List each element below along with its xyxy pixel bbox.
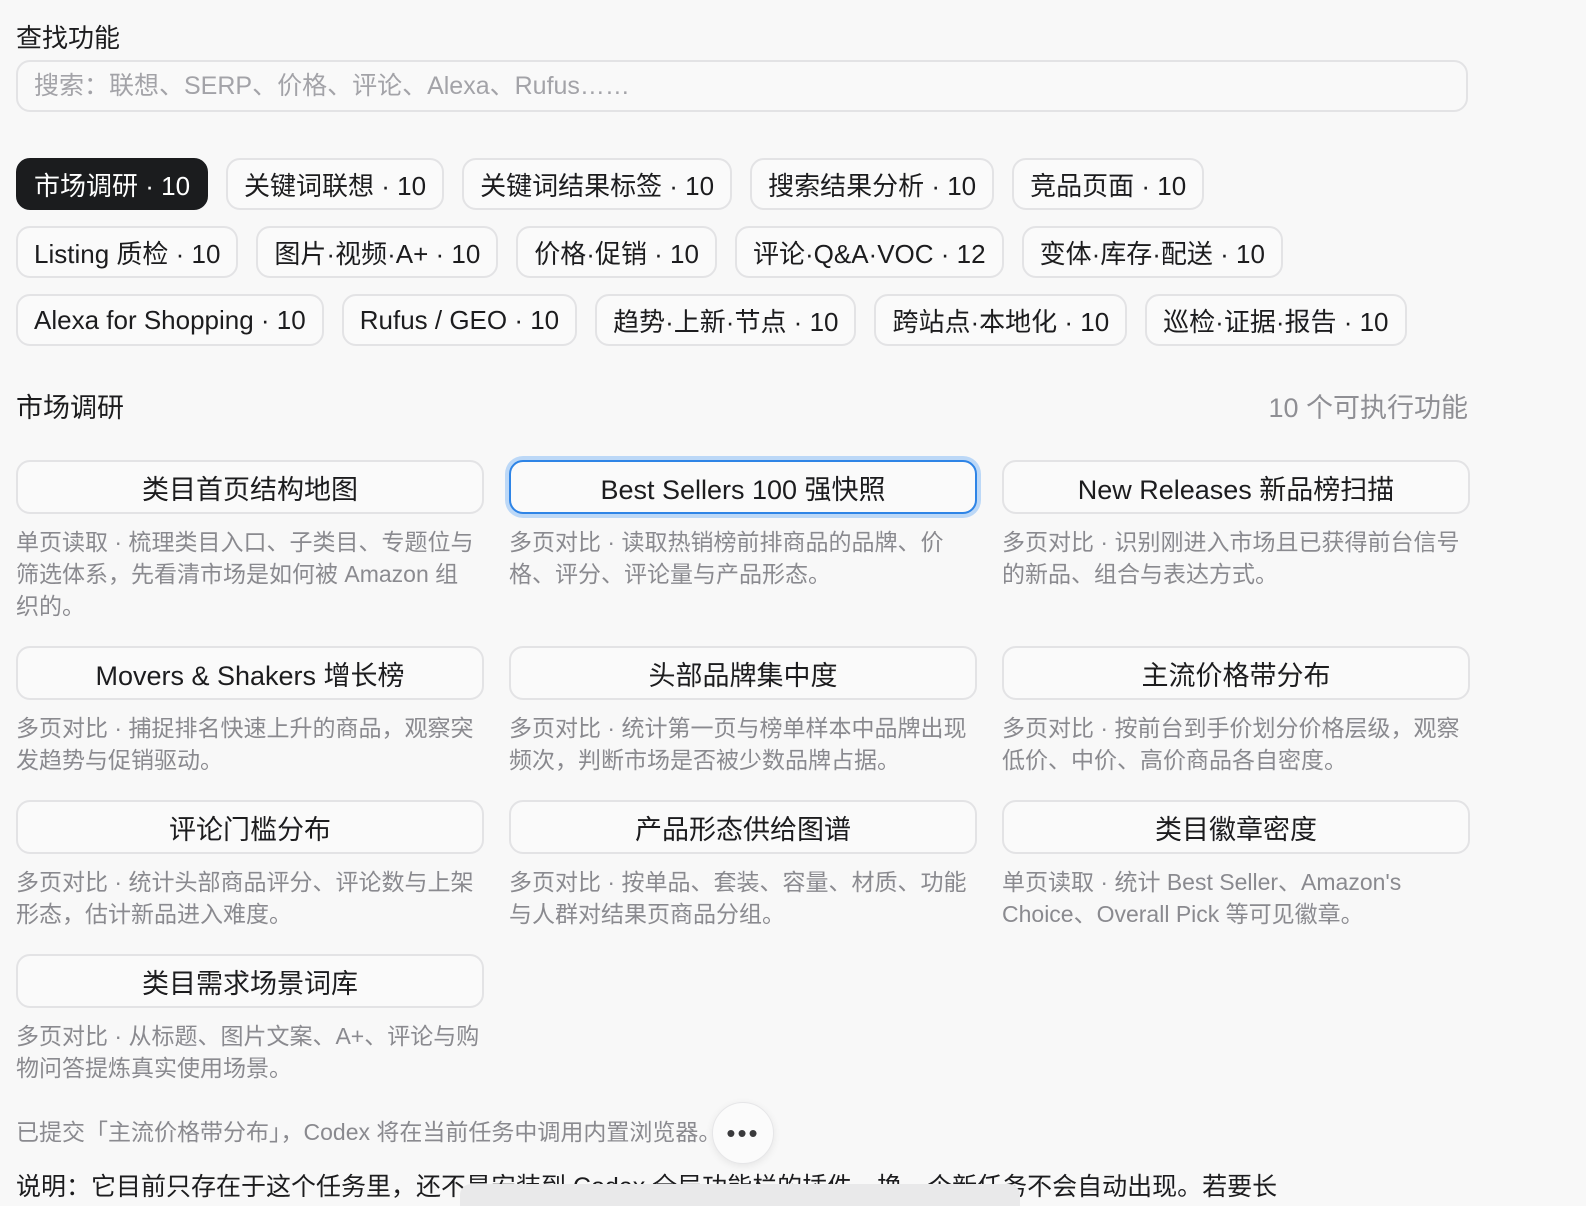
function-button[interactable]: Movers & Shakers 增长榜: [16, 646, 484, 700]
section-count: 10 个可执行功能: [1268, 393, 1468, 423]
function-description: 多页对比 · 识别刚进入市场且已获得前台信号的新品、组合与表达方式。: [1002, 529, 1460, 587]
function-card: Best Sellers 100 强快照 多页对比 · 读取热销榜前排商品的品牌…: [509, 460, 977, 646]
function-button[interactable]: 类目需求场景词库: [16, 954, 484, 1008]
category-chip-listing-qa[interactable]: Listing 质检 · 10: [16, 226, 239, 278]
category-chip-competitor-page[interactable]: 竞品页面 · 10: [1012, 158, 1205, 210]
category-chip-keyword-suggest[interactable]: 关键词联想 · 10: [226, 158, 445, 210]
function-description: 多页对比 · 从标题、图片文案、A+、评论与购物问答提炼真实使用场景。: [16, 1023, 480, 1081]
category-chip-image-video-aplus[interactable]: 图片·视频·A+ · 10: [256, 226, 499, 278]
section-title: 市场调研: [16, 393, 124, 423]
function-card: 类目徽章密度 单页读取 · 统计 Best Seller、Amazon's Ch…: [1002, 800, 1470, 954]
function-card: 类目首页结构地图 单页读取 · 梳理类目入口、子类目、专题位与筛选体系，先看清市…: [16, 460, 484, 646]
category-chip-rufus-geo[interactable]: Rufus / GEO · 10: [341, 294, 578, 346]
category-row: 市场调研 · 10 关键词联想 · 10 关键词结果标签 · 10 搜索结果分析…: [16, 158, 1496, 210]
finder-title: 查找功能: [16, 23, 121, 53]
function-card: Movers & Shakers 增长榜 多页对比 · 捕捉排名快速上升的商品，…: [16, 646, 484, 800]
function-button[interactable]: New Releases 新品榜扫描: [1002, 460, 1470, 514]
category-chip-trend-launch-events[interactable]: 趋势·上新·节点 · 10: [595, 294, 857, 346]
category-chip-patrol-evidence-report[interactable]: 巡检·证据·报告 · 10: [1145, 294, 1407, 346]
category-row: Listing 质检 · 10 图片·视频·A+ · 10 价格·促销 · 10…: [16, 226, 1496, 278]
category-chip-alexa-shopping[interactable]: Alexa for Shopping · 10: [16, 294, 324, 346]
scroll-fade-overlay: [460, 1184, 1020, 1206]
function-card: 主流价格带分布 多页对比 · 按前台到手价划分价格层级，观察低价、中价、高价商品…: [1002, 646, 1470, 800]
function-card: 产品形态供给图谱 多页对比 · 按单品、套装、容量、材质、功能与人群对结果页商品…: [509, 800, 977, 954]
function-description: 多页对比 · 统计头部商品评分、评论数与上架形态，估计新品进入难度。: [16, 869, 474, 927]
function-button[interactable]: 类目首页结构地图: [16, 460, 484, 514]
function-card: 评论门槛分布 多页对比 · 统计头部商品评分、评论数与上架形态，估计新品进入难度…: [16, 800, 484, 954]
category-chip-price-promo[interactable]: 价格·促销 · 10: [516, 226, 717, 278]
category-chip-cross-site-localization[interactable]: 跨站点·本地化 · 10: [874, 294, 1128, 346]
function-description: 多页对比 · 按单品、套装、容量、材质、功能与人群对结果页商品分组。: [509, 869, 967, 927]
function-description: 多页对比 · 按前台到手价划分价格层级，观察低价、中价、高价商品各自密度。: [1002, 715, 1460, 773]
function-description: 单页读取 · 梳理类目入口、子类目、专题位与筛选体系，先看清市场是如何被 Ama…: [16, 529, 474, 619]
function-button[interactable]: 评论门槛分布: [16, 800, 484, 854]
category-chip-market-research[interactable]: 市场调研 · 10: [16, 158, 209, 210]
function-button[interactable]: 主流价格带分布: [1002, 646, 1470, 700]
category-row: Alexa for Shopping · 10 Rufus / GEO · 10…: [16, 294, 1496, 346]
category-chip-search-result-analysis[interactable]: 搜索结果分析 · 10: [750, 158, 995, 210]
function-button[interactable]: 头部品牌集中度: [509, 646, 977, 700]
search-box[interactable]: [16, 60, 1468, 112]
function-card: 头部品牌集中度 多页对比 · 统计第一页与榜单样本中品牌出现频次，判断市场是否被…: [509, 646, 977, 800]
function-description: 单页读取 · 统计 Best Seller、Amazon's Choice、Ov…: [1002, 869, 1402, 927]
function-button[interactable]: 类目徽章密度: [1002, 800, 1470, 854]
search-input[interactable]: [18, 62, 1466, 110]
function-card: 类目需求场景词库 多页对比 · 从标题、图片文案、A+、评论与购物问答提炼真实使…: [16, 954, 484, 1140]
function-card: New Releases 新品榜扫描 多页对比 · 识别刚进入市场且已获得前台信…: [1002, 460, 1470, 646]
function-description: 多页对比 · 捕捉排名快速上升的商品，观察突发趋势与促销驱动。: [16, 715, 474, 773]
more-options-button[interactable]: •••: [712, 1102, 774, 1164]
category-chip-reviews-qa-voc[interactable]: 评论·Q&A·VOC · 12: [734, 226, 1004, 278]
function-grid: 类目首页结构地图 单页读取 · 梳理类目入口、子类目、专题位与筛选体系，先看清市…: [16, 460, 1470, 1140]
category-chip-variant-inventory-delivery[interactable]: 变体·库存·配送 · 10: [1021, 226, 1283, 278]
function-description: 多页对比 · 统计第一页与榜单样本中品牌出现频次，判断市场是否被少数品牌占据。: [509, 715, 967, 773]
function-button[interactable]: 产品形态供给图谱: [509, 800, 977, 854]
function-button[interactable]: Best Sellers 100 强快照: [509, 460, 977, 514]
category-filter: 市场调研 · 10 关键词联想 · 10 关键词结果标签 · 10 搜索结果分析…: [16, 158, 1496, 362]
status-message: 已提交「主流价格带分布」，Codex 将在当前任务中调用内置浏览器。: [16, 1119, 722, 1145]
function-description: 多页对比 · 读取热销榜前排商品的品牌、价格、评分、评论量与产品形态。: [509, 529, 944, 587]
category-chip-keyword-result-tags[interactable]: 关键词结果标签 · 10: [462, 158, 733, 210]
